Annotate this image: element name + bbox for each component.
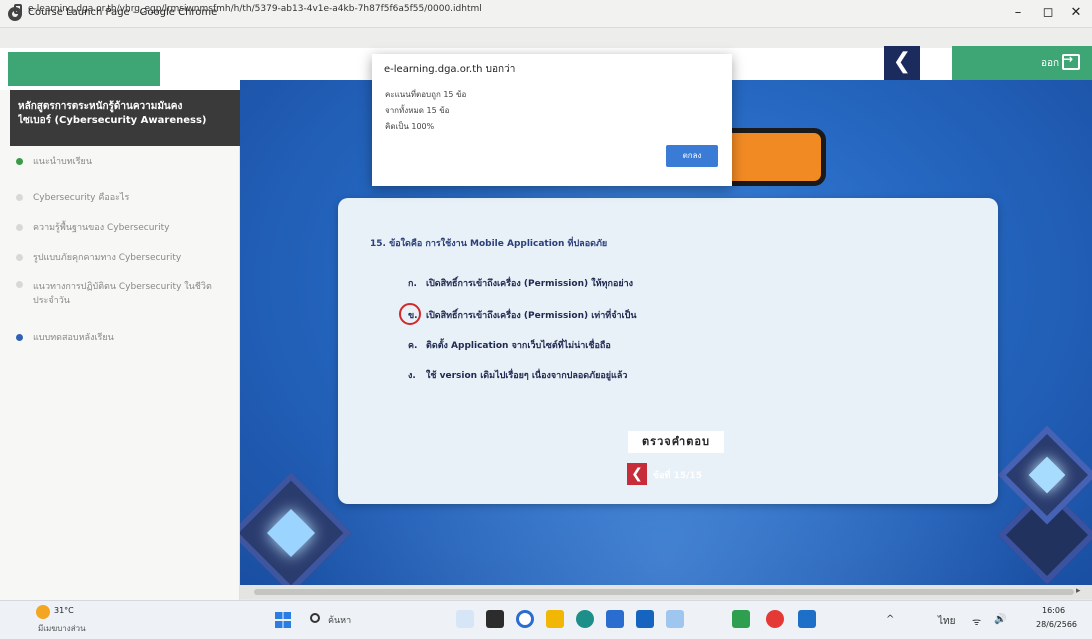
maximize-button[interactable]: ◻ <box>1034 3 1062 23</box>
taskbar-search[interactable]: ค้นหา <box>328 613 351 627</box>
weather-description[interactable]: มีเมฆบางส่วน <box>38 622 86 635</box>
selected-answer-circle <box>399 303 421 325</box>
sidebar-item-posttest[interactable]: แบบทดสอบหลังเรียน <box>16 330 236 344</box>
scrollbar-thumb[interactable] <box>254 589 1074 595</box>
address-bar[interactable] <box>0 28 1092 48</box>
teams-icon[interactable] <box>666 610 684 628</box>
status-dot-icon <box>16 223 23 231</box>
url-text[interactable]: e-learning.dga.or.th/vhrg_egp/lrmsiwnmsf… <box>28 4 528 14</box>
file-explorer-icon[interactable] <box>546 610 564 628</box>
sidebar-item-label: แนะนำบทเรียน <box>33 157 92 167</box>
option-letter: ก. <box>408 279 417 289</box>
option-text: เปิดสิทธิ์การเข้าถึงเครื่อง (Permission)… <box>426 311 637 321</box>
language-indicator[interactable]: ไทย <box>938 614 955 629</box>
sidebar-item-what-is[interactable]: Cybersecurity คืออะไร <box>16 190 236 204</box>
status-dot-icon <box>16 193 23 201</box>
scroll-right-arrow-icon[interactable]: ▸ <box>1076 586 1081 596</box>
status-dot-icon <box>16 281 23 288</box>
sidebar-item-threats[interactable]: รูปแบบภัยคุกคามทาง Cybersecurity <box>16 250 236 264</box>
status-dot-icon <box>16 333 23 341</box>
dialog-percent-line: คิดเป็น 100% <box>385 122 435 131</box>
status-dot-icon <box>16 253 23 261</box>
option-text: เปิดสิทธิ์การเข้าถึงเครื่อง (Permission)… <box>426 279 634 289</box>
answer-option-d[interactable]: ง. ใช้ version เดิมไปเรื่อยๆ เนื่องจากปลอ… <box>408 368 627 382</box>
weather-sun-icon[interactable] <box>36 605 50 619</box>
course-title-box: หลักสูตรการตระหนักรู้ด้านความมั่นคง ไซเบ… <box>10 90 242 146</box>
previous-question-button[interactable]: ❮ <box>627 463 647 485</box>
lock-icon <box>14 4 22 14</box>
wifi-icon[interactable]: ᯤ <box>972 614 981 628</box>
widgets-icon[interactable] <box>486 610 504 628</box>
close-button[interactable]: ✕ <box>1062 3 1090 23</box>
sidebar-item-intro[interactable]: แนะนำบทเรียน <box>16 154 236 168</box>
minimize-button[interactable]: – <box>1004 3 1032 23</box>
outlook-icon[interactable] <box>798 610 816 628</box>
taskbar-clock-date[interactable]: 28/6/2566 <box>1036 620 1077 629</box>
answer-option-a[interactable]: ก. เปิดสิทธิ์การเข้าถึงเครื่อง (Permissio… <box>408 276 633 290</box>
sidebar-item-label: รูปแบบภัยคุกคามทาง Cybersecurity <box>33 253 182 263</box>
windows-start-icon[interactable] <box>275 612 291 628</box>
dialog-title: e-learning.dga.or.th บอกว่า <box>384 64 516 75</box>
sidebar-item-basics[interactable]: ความรู้พื้นฐานของ Cybersecurity <box>16 220 236 234</box>
sidebar-item-label: Cybersecurity คืออะไร <box>33 193 130 203</box>
option-letter: ง. <box>408 371 416 381</box>
exit-label[interactable]: ออก <box>1041 56 1059 71</box>
option-text: ใช้ version เดิมไปเรื่อยๆ เนื่องจากปลอดภ… <box>426 371 628 381</box>
header-logo-block <box>8 52 160 86</box>
question-counter: ข้อที่ 15/15 <box>653 471 702 481</box>
option-text: ติดตั้ง Application จากเว็บไซต์ที่ไม่น่า… <box>426 341 611 351</box>
course-title-line1: หลักสูตรการตระหนักรู้ด้านความมั่นคง <box>18 101 183 112</box>
store-icon[interactable] <box>606 610 624 628</box>
check-answer-button[interactable]: ตรวจคำตอบ <box>628 431 724 453</box>
answer-option-c[interactable]: ค. ติดตั้ง Application จากเว็บไซต์ที่ไม่น… <box>408 338 611 352</box>
option-letter: ค. <box>408 341 418 351</box>
sidebar-item-label: ความรู้พื้นฐานของ Cybersecurity <box>33 223 170 233</box>
question-text: 15. ข้อใดคือ การใช้งาน Mobile Applicatio… <box>370 239 608 249</box>
search-icon[interactable] <box>310 613 320 623</box>
weather-temperature[interactable]: 31°C <box>54 606 74 615</box>
volume-icon[interactable]: 🔊 <box>994 614 1006 625</box>
exit-icon[interactable] <box>1062 52 1080 70</box>
sidebar-item-label: แบบทดสอบหลังเรียน <box>33 333 114 343</box>
collapse-sidebar-button[interactable]: ❮ <box>884 46 920 80</box>
dialog-total-line: จากทั้งหมด 15 ข้อ <box>385 106 450 115</box>
course-title-line2: ไซเบอร์ (Cybersecurity Awareness) <box>18 115 207 126</box>
chat-icon[interactable] <box>516 610 534 628</box>
edge-icon[interactable] <box>576 610 594 628</box>
task-view-icon[interactable] <box>456 610 474 628</box>
google-chrome-icon[interactable] <box>766 610 784 628</box>
word-icon[interactable] <box>636 610 654 628</box>
tray-overflow-icon[interactable]: ^ <box>886 614 894 625</box>
sidebar-item-practice[interactable]: แนวทางการปฏิบัติตน Cybersecurity ในชีวิต… <box>16 280 236 308</box>
status-dot-icon <box>16 157 23 165</box>
sidebar-item-label: แนวทางการปฏิบัติตน Cybersecurity ในชีวิต… <box>33 282 212 306</box>
answer-option-b[interactable]: ข. เปิดสิทธิ์การเข้าถึงเครื่อง (Permissio… <box>408 308 637 322</box>
dialog-ok-button[interactable]: ตกลง <box>666 145 718 167</box>
taskbar-clock-time[interactable]: 16:06 <box>1042 606 1065 615</box>
line-icon[interactable] <box>732 610 750 628</box>
dialog-score-line: คะแนนที่ตอบถูก 15 ข้อ <box>385 90 467 99</box>
